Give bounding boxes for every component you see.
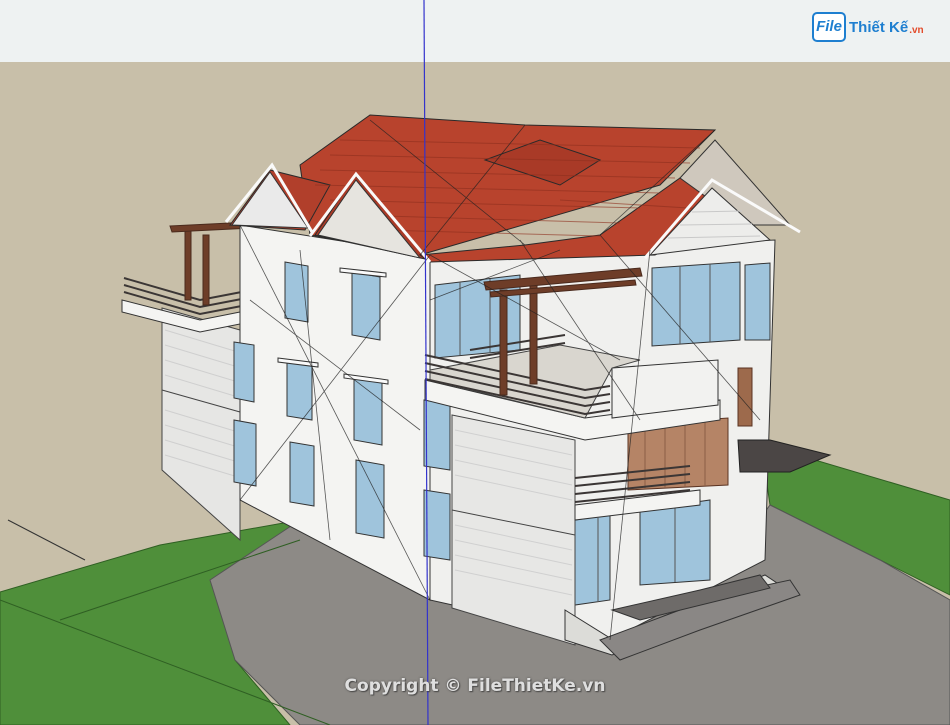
filethietke-logo-icon: File — [812, 12, 846, 42]
logo-name: Thiết Kế — [849, 18, 909, 36]
villa-3d-model-scene[interactable] — [0, 0, 950, 725]
site-logo[interactable]: File Thiết Kế .vn — [812, 12, 924, 42]
logo-tld: .vn — [909, 24, 924, 36]
copyright-watermark: Copyright © FileThietKe.vn — [344, 676, 606, 696]
sketchup-viewport[interactable]: File Thiết Kế .vn Copyright © FileThietK… — [0, 0, 950, 725]
cladding-panel-front — [451, 414, 576, 646]
sky — [0, 0, 950, 62]
